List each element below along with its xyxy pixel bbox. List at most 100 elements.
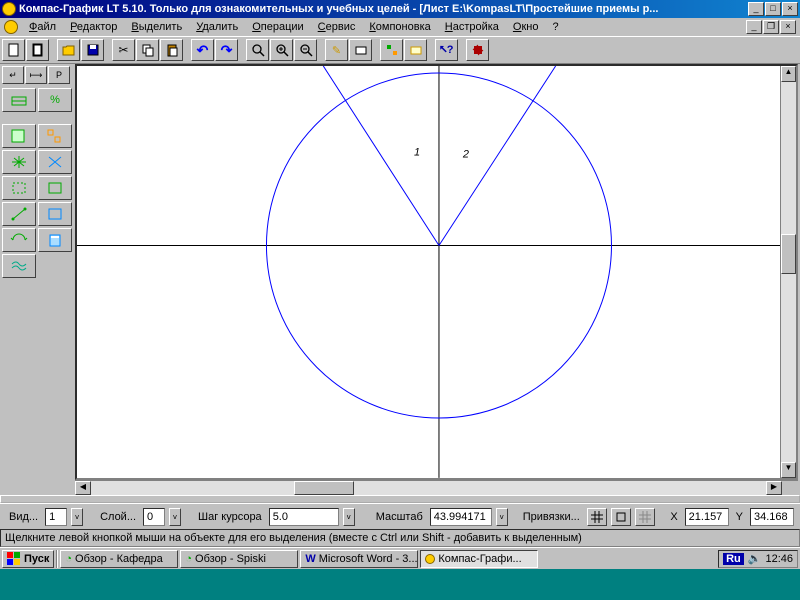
speaker-icon[interactable]: 🔈 [748,552,762,565]
cut-button[interactable]: ✂ [112,39,135,61]
step-dropdown[interactable]: ⅴ [343,508,355,526]
y-label: Y [733,510,746,524]
scale-field[interactable]: 43.994171 [430,508,492,526]
tool-m2-button[interactable] [404,39,427,61]
menu-file[interactable]: Файл [23,20,62,34]
menu-help[interactable]: ? [547,20,565,34]
panel-tab-3[interactable]: P [48,66,70,84]
view-field[interactable]: 1 [45,508,67,526]
window-buttons: _ □ × [748,2,798,16]
menu-layout[interactable]: Компоновка [363,20,436,34]
new-sheet-button[interactable] [26,39,49,61]
redo-button[interactable]: ↷ [215,39,238,61]
menu-select[interactable]: Выделить [125,20,188,34]
drawing-canvas[interactable]: 1 2 [77,66,780,478]
panel-tab-1[interactable]: ↵ [2,66,24,84]
menu-editor[interactable]: Редактор [64,20,123,34]
tool-line-a[interactable] [2,202,36,226]
scroll-thumb-v[interactable] [781,234,796,274]
window-title: Компас-График LT 5.10. Только для ознако… [19,3,748,15]
workspace: ↵ ⟼ P % 1 2 [0,64,800,495]
zoom-in-button[interactable] [270,39,293,61]
system-tray: Ru 🔈 12:46 [718,550,798,568]
save-button[interactable] [81,39,104,61]
menu-settings[interactable]: Настройка [439,20,505,34]
doc-window-buttons: _ ❐ × [746,20,796,34]
menu-service[interactable]: Сервис [312,20,362,34]
clock[interactable]: 12:46 [765,553,793,565]
view-button[interactable]: Вид... [6,510,41,524]
titlebar: Компас-График LT 5.10. Только для ознако… [0,0,800,18]
tool-arc-b[interactable] [38,228,72,252]
tool-row1-a[interactable] [2,88,36,112]
menu-delete[interactable]: Удалить [190,20,244,34]
doc-minimize-button[interactable]: _ [746,20,762,34]
main-toolbar: ✂ ↶ ↷ ✎ ⭦? [0,36,800,64]
tool-row1-b[interactable]: % [38,88,72,112]
pencil-button[interactable]: ✎ [325,39,348,61]
tool-arc-a[interactable] [2,228,36,252]
scroll-down-button[interactable]: ▼ [781,462,796,478]
tool-line-b[interactable] [38,202,72,226]
task-obzor-kafedra[interactable]: ◔Обзор - Кафедра [60,550,178,568]
doc-icon [4,20,18,34]
zoom-out-button[interactable] [294,39,317,61]
ortho-toggle-button[interactable] [611,508,631,526]
open-button[interactable] [57,39,80,61]
layer-dropdown[interactable]: ⅴ [169,508,181,526]
taskbar: Пуск ◔Обзор - Кафедра ◔Обзор - Spiski WM… [0,547,800,569]
task-obzor-spiski[interactable]: ◔Обзор - Spiski [180,550,298,568]
scroll-right-button[interactable]: ▶ [766,481,782,495]
snap-button[interactable]: Привязки... [520,510,583,524]
help-pointer-button[interactable]: ⭦? [435,39,458,61]
scroll-left-button[interactable]: ◀ [75,481,91,495]
view-fit-button[interactable] [349,39,372,61]
svg-text:1: 1 [414,147,420,159]
doc-restore-button[interactable]: ❐ [763,20,779,34]
tool-geom-b[interactable] [38,124,72,148]
maximize-button[interactable]: □ [765,2,781,16]
left-panel: ↵ ⟼ P % [0,64,75,495]
zoom-button[interactable] [246,39,269,61]
tool-rect-b[interactable] [38,176,72,200]
y-field[interactable]: 34.168 [750,508,794,526]
canvas-area: 1 2 ▲ ▼ ◀ ▶ [75,64,800,495]
paste-button[interactable] [160,39,183,61]
menubar: Файл Редактор Выделить Удалить Операции … [0,18,800,36]
layer-field[interactable]: 0 [143,508,165,526]
tool-grid-b[interactable] [38,150,72,174]
tool-geom-a[interactable] [2,124,36,148]
start-button[interactable]: Пуск [2,550,54,568]
task-msword[interactable]: WMicrosoft Word - 3... [300,550,418,568]
task-kompas[interactable]: Компас-Графи... [420,550,538,568]
stop-button[interactable] [466,39,489,61]
scroll-thumb-h[interactable] [294,481,354,495]
tool-grid-a[interactable] [2,150,36,174]
doc-close-button[interactable]: × [780,20,796,34]
scroll-up-button[interactable]: ▲ [781,66,796,82]
grid-toggle-button[interactable] [587,508,607,526]
step-label: Шаг курсора [195,510,265,524]
undo-button[interactable]: ↶ [191,39,214,61]
snap-toggle-button[interactable] [635,508,655,526]
tool-wave-a[interactable] [2,254,36,278]
panel-tab-2[interactable]: ⟼ [25,66,47,84]
scale-dropdown[interactable]: ⅴ [496,508,508,526]
app-icon [2,2,16,16]
vertical-scrollbar[interactable]: ▲ ▼ [780,66,796,478]
minimize-button[interactable]: _ [748,2,764,16]
scale-label: Масштаб [373,510,426,524]
menu-operations[interactable]: Операции [246,20,309,34]
new-button[interactable] [2,39,25,61]
x-field[interactable]: 21.157 [685,508,729,526]
close-button[interactable]: × [782,2,798,16]
step-field[interactable]: 5.0 [269,508,339,526]
copy-button[interactable] [136,39,159,61]
view-dropdown[interactable]: ⅴ [71,508,83,526]
lang-indicator[interactable]: Ru [723,553,744,565]
menu-window[interactable]: Окно [507,20,545,34]
tool-m1-button[interactable] [380,39,403,61]
layer-button[interactable]: Слой... [97,510,139,524]
horizontal-scrollbar[interactable]: ◀ ▶ [75,480,798,495]
tool-rect-a[interactable] [2,176,36,200]
